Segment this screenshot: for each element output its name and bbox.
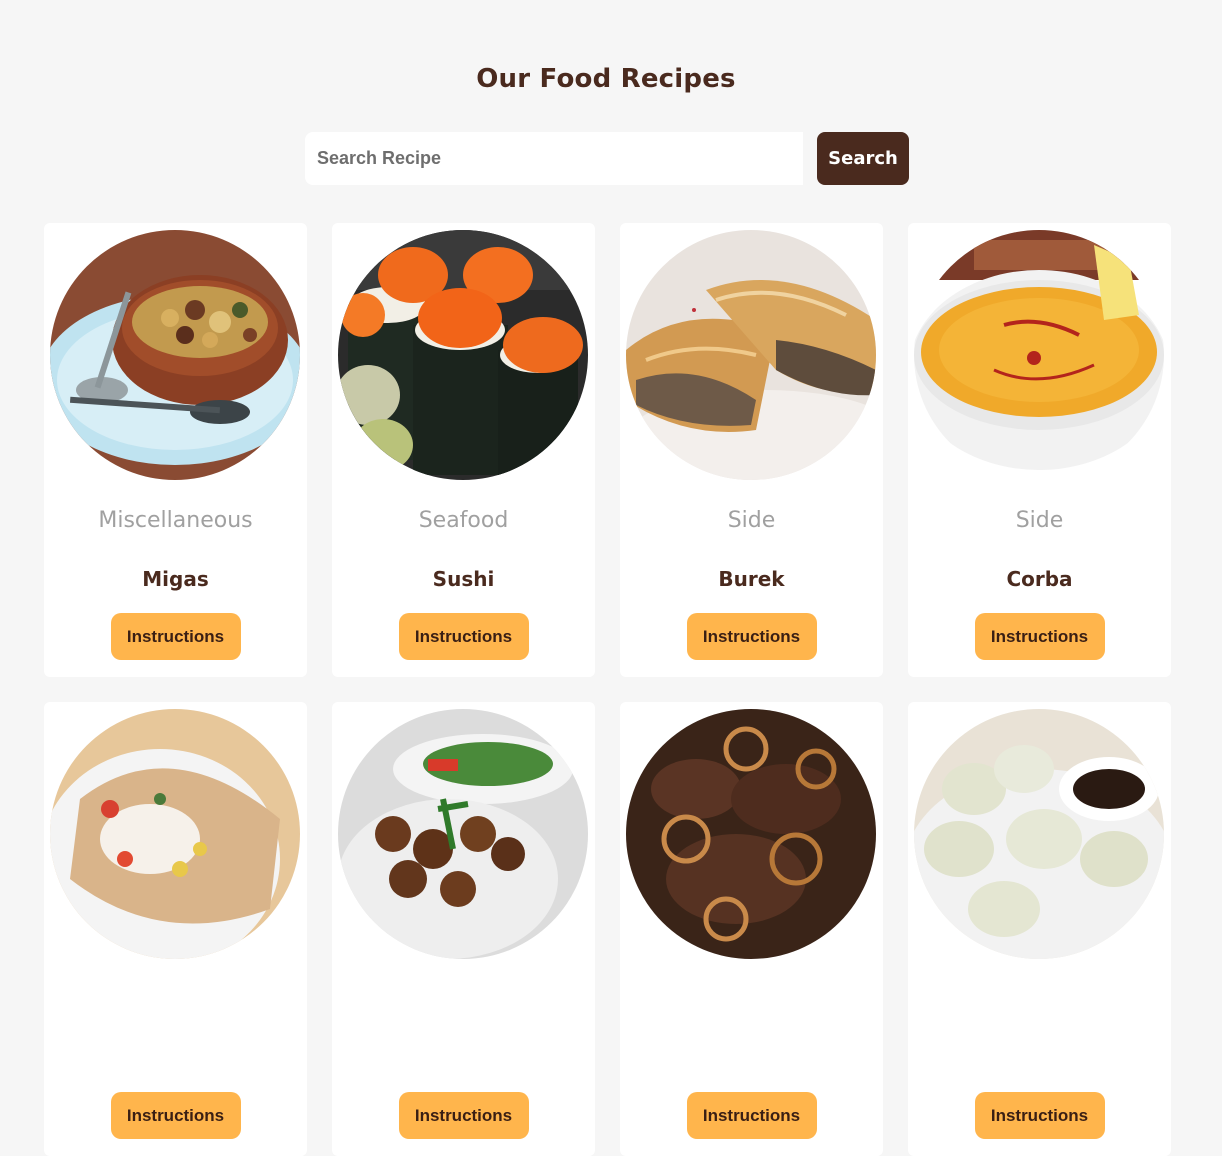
page-title: Our Food Recipes — [476, 64, 736, 94]
recipe-image-sushi[interactable] — [338, 230, 588, 480]
corba-soup-image — [914, 230, 1164, 480]
dumplings-image — [914, 709, 1164, 959]
recipe-image-stuffed-pita[interactable] — [50, 709, 300, 959]
recipe-card: Miscellaneous Migas Instructions — [44, 223, 307, 677]
burek-pastry-image — [626, 230, 876, 480]
recipe-name: Corba — [1006, 567, 1073, 591]
recipe-name: Migas — [142, 567, 209, 591]
instructions-button[interactable]: Instructions — [398, 613, 529, 660]
instructions-button[interactable]: Instructions — [110, 613, 241, 660]
sushi-rolls-image — [338, 230, 588, 480]
recipe-image-migas[interactable] — [50, 230, 300, 480]
recipe-card: Instructions — [620, 702, 883, 1156]
corner-decoration — [1218, 0, 1222, 4]
instructions-button[interactable]: Instructions — [686, 613, 817, 660]
instructions-button[interactable]: Instructions — [110, 1092, 241, 1139]
liver-onions-image — [626, 709, 876, 959]
recipe-image-corba[interactable] — [914, 230, 1164, 480]
recipe-card: Side Corba Instructions — [908, 223, 1171, 677]
recipe-grid: Miscellaneous Migas Instructions Seafood… — [44, 223, 1171, 1156]
search-input[interactable] — [305, 132, 803, 185]
recipe-card: Instructions — [908, 702, 1171, 1156]
recipe-card: Side Burek Instructions — [620, 223, 883, 677]
recipe-category: Seafood — [418, 508, 509, 533]
stuffed-pita-image — [50, 709, 300, 959]
recipe-card: Instructions — [44, 702, 307, 1156]
recipe-image-liver-onions[interactable] — [626, 709, 876, 959]
recipe-image-dumplings[interactable] — [914, 709, 1164, 959]
search-button[interactable]: Search — [817, 132, 909, 185]
recipe-card: Instructions — [332, 702, 595, 1156]
instructions-button[interactable]: Instructions — [974, 613, 1105, 660]
recipe-category: Side — [727, 508, 776, 533]
instructions-button[interactable]: Instructions — [686, 1092, 817, 1139]
recipe-image-falafel[interactable] — [338, 709, 588, 959]
recipe-category: Side — [1015, 508, 1064, 533]
migas-bowl-image — [50, 230, 300, 480]
instructions-button[interactable]: Instructions — [974, 1092, 1105, 1139]
falafel-plate-image — [338, 709, 588, 959]
search-bar: Search — [305, 132, 909, 185]
recipe-category: Miscellaneous — [98, 508, 253, 533]
recipe-name: Burek — [718, 567, 785, 591]
instructions-button[interactable]: Instructions — [398, 1092, 529, 1139]
recipe-name: Sushi — [432, 567, 495, 591]
recipe-card: Seafood Sushi Instructions — [332, 223, 595, 677]
recipe-image-burek[interactable] — [626, 230, 876, 480]
